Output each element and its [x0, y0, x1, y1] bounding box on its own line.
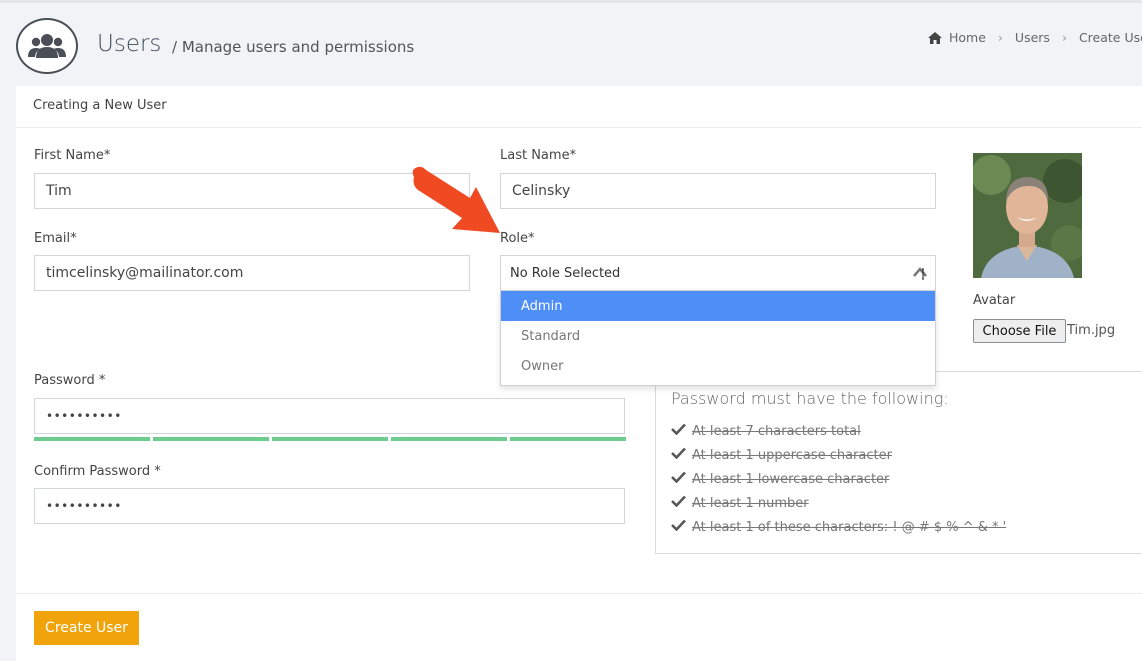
strength-segment — [272, 437, 388, 441]
chevron-up-icon — [913, 266, 927, 284]
password-rules-panel: Password must have the following: At lea… — [655, 371, 1142, 554]
breadcrumb-separator: › — [1061, 30, 1067, 45]
check-icon — [671, 447, 686, 463]
page-subtitle: / Manage users and permissions — [172, 38, 415, 56]
role-option-standard[interactable]: Standard — [501, 321, 935, 351]
footer-divider — [16, 593, 1142, 594]
strength-segment — [153, 437, 269, 441]
avatar-label: Avatar — [973, 293, 1016, 308]
strength-segment — [391, 437, 507, 441]
password-rule-text: At least 1 number — [692, 495, 809, 511]
password-input[interactable]: •••••••••• — [34, 398, 625, 434]
password-rule-text: At least 1 of these characters: ! @ # $ … — [692, 519, 1007, 535]
confirm-password-input[interactable]: •••••••••• — [34, 488, 625, 524]
create-user-card: Creating a New User First Name* Tim Last… — [16, 86, 1142, 661]
email-label: Email* — [34, 231, 77, 246]
password-rule-text: At least 1 lowercase character — [692, 471, 890, 487]
choose-file-button[interactable]: Choose File — [973, 319, 1066, 343]
page-title: Users — [97, 31, 162, 57]
check-icon — [671, 423, 686, 439]
password-rules-title: Password must have the following: — [671, 389, 949, 408]
card-header: Creating a New User — [16, 86, 1142, 128]
password-rule-text: At least 7 characters total — [692, 423, 861, 439]
password-rule: At least 1 number — [671, 495, 809, 511]
role-option-owner[interactable]: Owner — [501, 351, 935, 381]
password-rule: At least 7 characters total — [671, 423, 861, 439]
check-icon — [671, 471, 686, 487]
password-rule-text: At least 1 uppercase character — [692, 447, 892, 463]
password-label: Password * — [34, 373, 106, 388]
breadcrumb-separator: › — [997, 30, 1003, 45]
role-select-value: No Role Selected — [510, 265, 621, 281]
confirm-password-label: Confirm Password * — [34, 464, 161, 479]
breadcrumb-home[interactable]: Home — [949, 30, 986, 45]
breadcrumb-create-user: Create User — [1078, 30, 1142, 45]
create-user-button[interactable]: Create User — [34, 611, 139, 645]
breadcrumb-users[interactable]: Users — [1015, 30, 1050, 45]
last-name-label: Last Name* — [500, 148, 577, 163]
password-strength-meter — [34, 437, 626, 441]
first-name-label: First Name* — [34, 148, 111, 163]
first-name-input[interactable]: Tim — [34, 173, 470, 209]
check-icon — [671, 495, 686, 511]
top-border — [0, 0, 1142, 3]
password-rule: At least 1 lowercase character — [671, 471, 889, 487]
users-icon — [16, 18, 78, 74]
check-icon — [671, 519, 686, 535]
password-rule: At least 1 of these characters: ! @ # $ … — [671, 519, 1006, 535]
strength-segment — [510, 437, 626, 441]
password-rule: At least 1 uppercase character — [671, 447, 892, 463]
role-select[interactable]: No Role Selected — [500, 255, 936, 291]
avatar-image — [973, 153, 1082, 278]
avatar-file-name: Tim.jpg — [1067, 323, 1116, 338]
home-icon — [928, 31, 942, 44]
email-input[interactable]: timcelinsky@mailinator.com — [34, 255, 470, 291]
strength-segment — [34, 437, 150, 441]
role-option-admin[interactable]: Admin — [501, 291, 935, 321]
last-name-input[interactable]: Celinsky — [500, 173, 936, 209]
card-title: Creating a New User — [33, 98, 167, 113]
role-dropdown-menu: Admin Standard Owner — [500, 290, 936, 386]
breadcrumb: Home › Users › Create User — [928, 30, 1142, 45]
annotation-arrow-icon — [408, 165, 508, 241]
